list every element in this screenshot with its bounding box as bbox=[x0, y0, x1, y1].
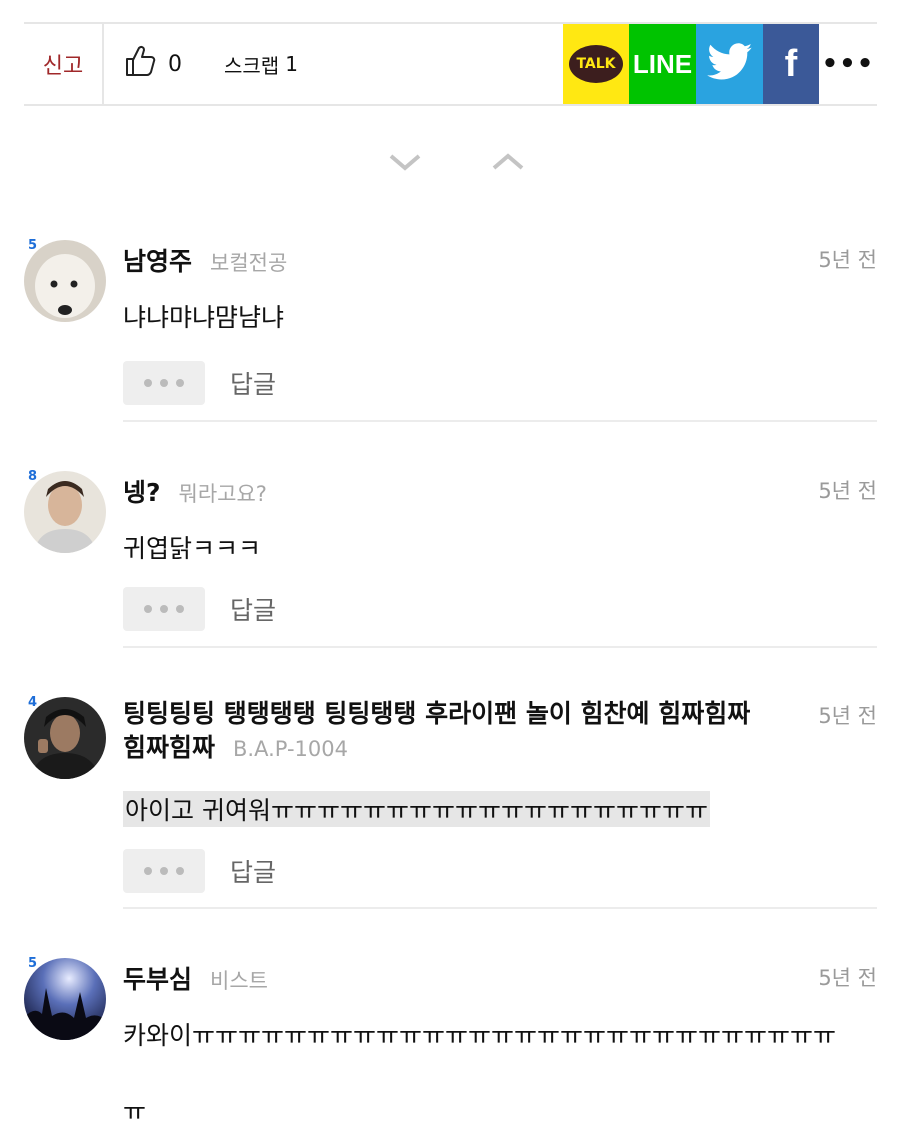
action-bar: 신고 0 스크랩 1 TALK LINE f ••• bbox=[24, 22, 877, 106]
like-count: 0 bbox=[168, 51, 182, 77]
comment-options-button[interactable] bbox=[123, 361, 205, 405]
chevron-up-icon[interactable] bbox=[491, 152, 525, 176]
report-button[interactable]: 신고 bbox=[24, 24, 104, 104]
divider bbox=[123, 907, 877, 909]
kakaotalk-icon: TALK bbox=[569, 45, 623, 83]
author-group: 보컬전공 bbox=[210, 251, 288, 275]
comment-author[interactable]: 넹? bbox=[123, 478, 161, 507]
avatar[interactable]: 8 bbox=[24, 469, 106, 553]
scrap-count: 1 bbox=[285, 52, 298, 76]
comment-options-button[interactable] bbox=[123, 849, 205, 893]
comment-nav bbox=[0, 152, 900, 188]
level-badge: 8 bbox=[28, 469, 38, 484]
comment-author[interactable]: 남영주 bbox=[123, 247, 192, 276]
author-group: 비스트 bbox=[210, 969, 268, 993]
comment-text-continued: ㅠ bbox=[123, 1097, 147, 1124]
chevron-down-icon[interactable] bbox=[388, 152, 422, 176]
scrap-label: 스크랩 bbox=[224, 53, 280, 78]
comment-time: 5년 전 bbox=[818, 248, 877, 272]
like-button[interactable]: 0 bbox=[124, 24, 182, 104]
comment-author[interactable]: 팅팅팅팅 탱탱탱탱 팅팅탱탱 후라이팬 놀이 힘찬예 힘짜힘짜 bbox=[123, 697, 877, 731]
comment-time: 5년 전 bbox=[818, 699, 877, 733]
more-options-button[interactable]: ••• bbox=[819, 24, 877, 104]
reply-button[interactable]: 답글 bbox=[230, 365, 276, 401]
comment-item: 8 넹? 뭐라고요? 5년 전 귀엽닭ㅋㅋㅋ 답글 bbox=[24, 469, 877, 651]
reply-button[interactable]: 답글 bbox=[230, 853, 276, 889]
divider bbox=[123, 646, 877, 648]
divider bbox=[123, 420, 877, 422]
comment-author[interactable]: 두부심 bbox=[123, 965, 192, 994]
level-badge: 4 bbox=[28, 695, 38, 710]
comment-text: 냐냐먀냐먐냠냐 bbox=[123, 303, 285, 332]
avatar[interactable]: 5 bbox=[24, 238, 106, 322]
comment-item: 5 두부심 비스트 5년 전 카와이ㅠㅠㅠㅠㅠㅠㅠㅠㅠㅠㅠㅠㅠㅠㅠㅠㅠㅠㅠㅠㅠㅠㅠ… bbox=[24, 956, 877, 1124]
avatar[interactable]: 5 bbox=[24, 956, 106, 1040]
comment-item: 4 팅팅팅팅 탱탱탱탱 팅팅탱탱 후라이팬 놀이 힘찬예 힘짜힘짜 힘짜힘짜 B.… bbox=[24, 695, 877, 912]
level-badge: 5 bbox=[28, 956, 38, 971]
comment-item: 5 남영주 보컬전공 5년 전 냐냐먀냐먐냠냐 답글 bbox=[24, 238, 877, 425]
comment-author-line2[interactable]: 힘짜힘짜 bbox=[123, 733, 215, 762]
twitter-share-button[interactable] bbox=[696, 24, 763, 104]
author-group: B.A.P-1004 bbox=[233, 737, 348, 761]
scrap-button[interactable]: 스크랩 1 bbox=[224, 24, 298, 104]
kakaotalk-share-button[interactable]: TALK bbox=[563, 24, 629, 104]
comment-text: 귀엽닭ㅋㅋㅋ bbox=[123, 534, 262, 563]
facebook-share-button[interactable]: f bbox=[763, 24, 819, 104]
comment-text: 아이고 귀여워ㅠㅠㅠㅠㅠㅠㅠㅠㅠㅠㅠㅠㅠㅠㅠㅠㅠㅠㅠ bbox=[123, 791, 710, 827]
line-share-button[interactable]: LINE bbox=[629, 24, 696, 104]
avatar[interactable]: 4 bbox=[24, 695, 106, 779]
reply-button[interactable]: 답글 bbox=[230, 591, 276, 627]
author-group: 뭐라고요? bbox=[178, 482, 267, 506]
comment-text: 카와이ㅠㅠㅠㅠㅠㅠㅠㅠㅠㅠㅠㅠㅠㅠㅠㅠㅠㅠㅠㅠㅠㅠㅠㅠㅠㅠㅠㅠ bbox=[123, 1021, 837, 1050]
thumbs-up-icon bbox=[124, 44, 156, 84]
comment-options-button[interactable] bbox=[123, 587, 205, 631]
comment-time: 5년 전 bbox=[818, 479, 877, 503]
twitter-bird-icon bbox=[706, 43, 753, 85]
level-badge: 5 bbox=[28, 238, 38, 253]
comment-time: 5년 전 bbox=[818, 966, 877, 990]
